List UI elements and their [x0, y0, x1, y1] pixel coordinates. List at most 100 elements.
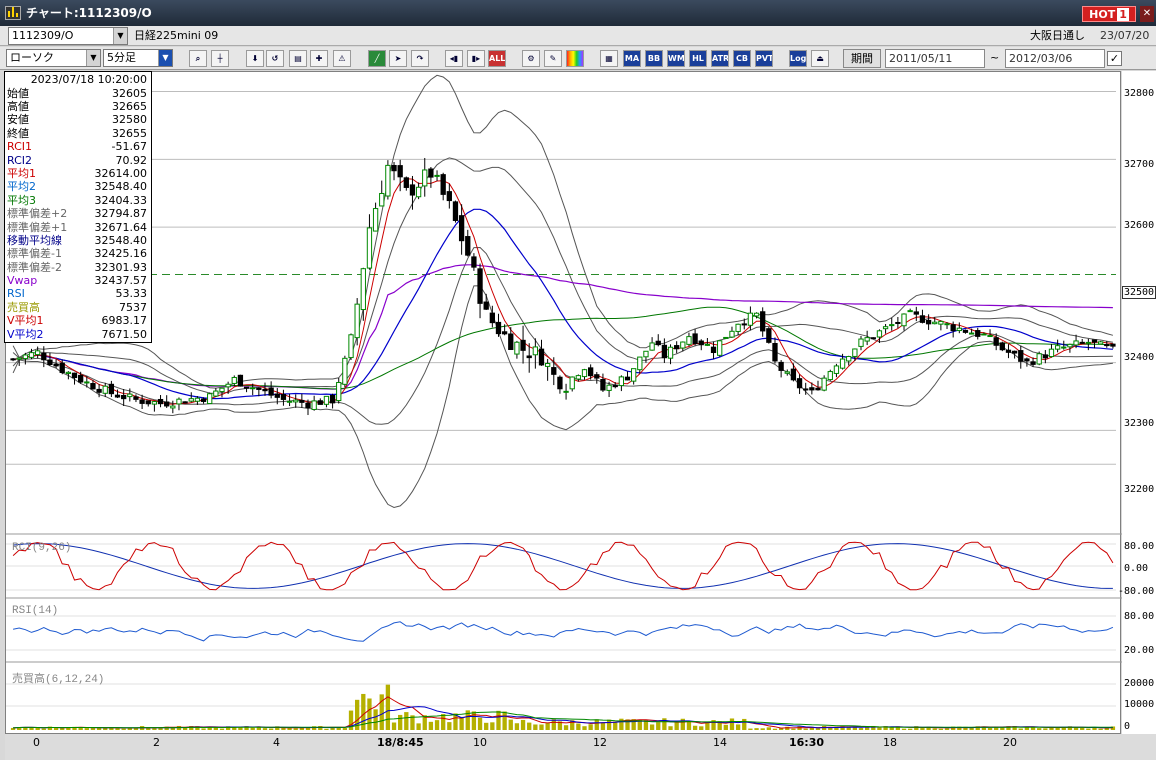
candle-body	[735, 323, 741, 332]
candle-body	[471, 256, 477, 268]
chevron-down-icon[interactable]: ▼	[158, 50, 172, 66]
log-icon[interactable]: Log	[789, 50, 807, 67]
rsi-panel-label: RSI(14)	[12, 605, 59, 617]
window-title-bar: チャート:1112309/O HOT 1 ✕	[0, 0, 1156, 26]
warning-icon[interactable]: ⚠	[333, 50, 351, 67]
chart-area[interactable]: RCI(9,26) RSI(14) 売買高(6,12,24)	[5, 71, 1122, 734]
add-right-icon[interactable]: ▮▸	[467, 50, 485, 67]
volume-bar	[41, 728, 46, 730]
info-row: 標準偏差+1 32671.64	[7, 221, 149, 234]
volume-bar	[484, 722, 489, 730]
volume-bar	[490, 722, 495, 730]
candle-body	[729, 330, 735, 338]
zoom-icon[interactable]: ⌕	[189, 50, 207, 67]
period-button[interactable]: 期間	[843, 49, 881, 68]
volume-bar	[723, 724, 728, 730]
candle-body	[71, 372, 78, 379]
info-row: 始値 32605	[7, 87, 149, 100]
volume-bar	[324, 728, 329, 730]
indicator-icon[interactable]: ✚	[310, 50, 328, 67]
candle-body	[1104, 344, 1110, 347]
candle-body	[157, 398, 164, 405]
candle-body	[256, 387, 262, 390]
ma-icon[interactable]: MA	[623, 50, 641, 67]
volume-bar	[262, 728, 268, 730]
candle-body	[41, 352, 47, 361]
info-label: RCI1	[7, 140, 33, 154]
wma-icon[interactable]: WMA	[667, 50, 685, 67]
candle-body	[950, 324, 956, 332]
gear-icon[interactable]: ⚙	[522, 50, 540, 67]
date-from-field[interactable]: 2011/05/11	[885, 49, 985, 68]
volume-bar	[60, 728, 65, 730]
candle-body	[557, 376, 563, 390]
chart-a-icon[interactable]: ▤	[289, 50, 307, 67]
info-row: RCI2 70.92	[7, 154, 149, 167]
palette-icon[interactable]	[566, 50, 584, 67]
time-axis-label: 2	[153, 736, 160, 749]
info-value: 7537	[119, 300, 147, 314]
volume-bar	[391, 722, 397, 730]
all-icon[interactable]: ALL	[488, 50, 506, 67]
bb-icon[interactable]: BB	[645, 50, 663, 67]
volume-bar	[527, 722, 532, 730]
redo-icon[interactable]: ↷	[411, 50, 429, 67]
volume-bar	[1073, 727, 1079, 730]
candle-body	[858, 338, 864, 347]
cursor-icon[interactable]: ┼	[211, 50, 229, 67]
hl-icon[interactable]: HL	[689, 50, 707, 67]
cb-icon[interactable]: CB	[733, 50, 751, 67]
grid-icon[interactable]: ▦	[600, 50, 618, 67]
volume-bar	[496, 710, 501, 730]
add-left-icon[interactable]: ◂▮	[445, 50, 463, 67]
volume-bar	[686, 720, 692, 730]
line-tool-icon[interactable]: ╱	[368, 50, 386, 67]
candle-body	[53, 363, 59, 367]
close-icon[interactable]: ✕	[1140, 6, 1154, 22]
rsi-line	[12, 621, 1114, 642]
volume-bar	[613, 721, 618, 730]
candle-body	[274, 393, 280, 398]
time-axis-label: 20	[1003, 736, 1017, 749]
chevron-down-icon[interactable]: ▼	[113, 28, 127, 44]
volume-bar	[1043, 728, 1048, 730]
volume-bar	[447, 722, 452, 730]
chevron-down-icon[interactable]: ▼	[86, 50, 100, 66]
candle-body	[293, 399, 299, 403]
candle-body	[78, 374, 84, 383]
candle-body	[286, 400, 293, 403]
timeframe-select[interactable]: 5分足 ▼	[103, 49, 173, 67]
time-axis-label: 16:30	[789, 736, 825, 749]
info-label: RSI	[7, 287, 25, 301]
info-row: 標準偏差-1 32425.16	[7, 247, 149, 260]
buy-up-icon[interactable]: ↺	[266, 50, 284, 67]
buy-down-icon[interactable]: ⬇	[246, 50, 264, 67]
candle-body	[600, 379, 606, 391]
date-to-field[interactable]: 2012/03/06	[1005, 49, 1105, 68]
atr-icon[interactable]: ATR	[711, 50, 729, 67]
app-chart-icon	[5, 6, 21, 20]
date-range-checkbox[interactable]: ✓	[1107, 51, 1122, 66]
hot-button[interactable]: HOT 1	[1082, 6, 1136, 22]
window-title: チャート:1112309/O	[26, 6, 152, 20]
candle-body	[1018, 350, 1024, 362]
time-axis: 0 2 4 18/8:45 10 12 14 16:30 18 20	[5, 734, 1156, 760]
time-axis-label: 12	[593, 736, 607, 749]
exit-icon[interactable]: ⏏	[811, 50, 829, 67]
candle-body	[587, 367, 594, 377]
volume-bar	[342, 728, 348, 730]
pvt-icon[interactable]: PVT	[755, 50, 773, 67]
info-label: V平均1	[7, 314, 44, 328]
chart-type-select[interactable]: ローソク ▼	[6, 49, 101, 67]
rci-tick: -80.00	[1118, 586, 1155, 597]
rci-tick: 0.00	[1124, 563, 1149, 574]
candle-body	[1110, 343, 1116, 347]
volume-bar	[268, 728, 274, 730]
wrench-icon[interactable]: ✎	[544, 50, 562, 67]
symbol-select[interactable]: 1112309/O ▼	[8, 27, 128, 45]
candle-body	[1091, 339, 1098, 343]
candle-body	[895, 321, 901, 324]
arrow-icon[interactable]: ➤	[389, 50, 407, 67]
candle-body	[637, 356, 643, 371]
candle-body	[803, 388, 809, 391]
